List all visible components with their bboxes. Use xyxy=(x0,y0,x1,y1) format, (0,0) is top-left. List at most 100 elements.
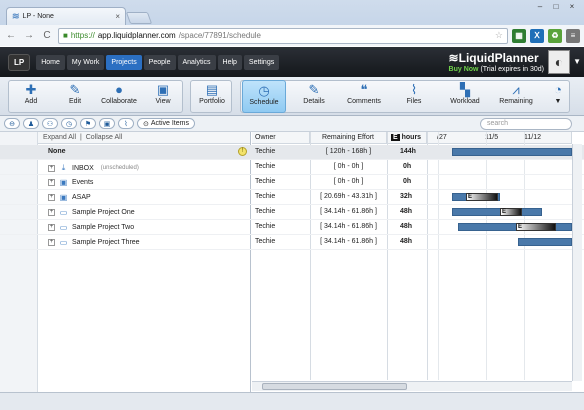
gantt-bar[interactable] xyxy=(452,148,572,156)
nav-analytics[interactable]: Analytics xyxy=(177,54,216,70)
browser-toolbar: ← → C ■ https://app.liquidplanner.com/sp… xyxy=(0,25,584,46)
owner-cell[interactable]: Techie xyxy=(255,178,275,185)
remaining-cell[interactable]: [ 34.14h - 61.86h ] xyxy=(310,238,387,245)
back-icon[interactable]: ← xyxy=(4,29,18,43)
url-host: app.liquidplanner.com xyxy=(97,31,176,40)
expand-icon[interactable]: + xyxy=(48,239,55,246)
expand-icon[interactable]: + xyxy=(48,194,55,201)
account-caret-icon[interactable]: ▼ xyxy=(573,57,581,66)
remaining-cell[interactable]: [ 0h - 0h ] xyxy=(310,178,387,185)
group-filter-button[interactable]: ⚇ xyxy=(42,118,58,129)
extension-icon[interactable]: ♻ xyxy=(548,28,562,43)
collapse-toggle-button[interactable]: ⊖ xyxy=(4,118,20,129)
gantt-bar[interactable] xyxy=(518,238,572,246)
warning-icon[interactable]: ! xyxy=(238,147,247,156)
collapse-all-link[interactable]: Collapse All xyxy=(86,134,123,141)
expand-icon[interactable]: + xyxy=(48,179,55,186)
filter-bar: ⊖ ♟ ⚇ ◷ ⚑ ▣ ⌇ ⊙ Active Items search xyxy=(0,116,584,132)
new-tab-button[interactable] xyxy=(125,12,153,24)
remaining-cell[interactable]: [ 120h - 168h ] xyxy=(310,148,387,155)
avatar[interactable]: ◐ xyxy=(548,50,570,74)
hours-cell: 0h xyxy=(403,163,412,170)
reload-icon[interactable]: C xyxy=(40,29,54,43)
owner-cell[interactable]: Techie xyxy=(255,223,275,230)
tab-comments[interactable]: ❝ Comments xyxy=(342,80,386,113)
bookmark-star-icon[interactable]: ☆ xyxy=(495,30,503,41)
hours-cell: 48h xyxy=(400,208,413,215)
person-filter-button[interactable]: ♟ xyxy=(23,118,39,129)
remaining-effort-column-header[interactable]: Remaining Effort xyxy=(310,132,387,144)
nav-projects[interactable]: Projects xyxy=(106,54,142,70)
owner-cell[interactable]: Techie xyxy=(255,193,275,200)
edit-button[interactable]: ✎ Edit xyxy=(58,80,92,113)
tab-details[interactable]: ✎ Details xyxy=(294,80,334,113)
pencil-icon: ✎ xyxy=(69,82,81,97)
close-window-icon[interactable]: × xyxy=(566,2,578,11)
schedule-label: Schedule xyxy=(249,99,279,106)
view-button[interactable]: ▣ View xyxy=(146,80,180,113)
row-name-text: Sample Project One xyxy=(72,209,135,216)
nav-settings[interactable]: Settings xyxy=(243,54,280,70)
expand-icon[interactable]: + xyxy=(48,164,55,172)
view-label: View xyxy=(155,98,171,105)
nav-people[interactable]: People xyxy=(143,54,176,70)
hours-column-header[interactable]: E hours xyxy=(387,132,427,144)
schedule-grid: Expand All | Collapse All Owner Remainin… xyxy=(0,132,584,392)
horizontal-scrollbar[interactable] xyxy=(252,381,572,391)
scrollbar-thumb[interactable] xyxy=(262,383,407,390)
add-button[interactable]: ✚ Add xyxy=(14,80,48,113)
forward-icon[interactable]: → xyxy=(22,29,36,43)
table-row[interactable]: + ▭ Sample Project Three Techie [ 34.14h… xyxy=(0,235,584,250)
minimize-icon[interactable]: – xyxy=(534,2,546,11)
table-row[interactable]: + ▣ ASAP Techie [ 20.69h - 43.31h ] 32h … xyxy=(0,190,584,205)
liquidplanner-logo-icon: ≋ xyxy=(448,51,459,65)
portfolio-button[interactable]: ▤ Portfolio xyxy=(194,80,230,113)
expand-all-link[interactable]: Expand All xyxy=(43,134,76,141)
expand-icon[interactable]: + xyxy=(48,224,55,231)
tab-workload[interactable]: ▚ Workload xyxy=(442,80,488,113)
nav-home[interactable]: Home xyxy=(36,54,65,70)
extension-icon[interactable]: ▦ xyxy=(512,28,526,43)
table-row[interactable]: + ⤓ INBOX (unscheduled) Techie [ 0h - 0h… xyxy=(0,160,584,175)
shirt-filter-button[interactable]: ⚑ xyxy=(80,118,96,129)
tab-files[interactable]: ⌇ Files xyxy=(394,80,434,113)
owner-cell[interactable]: Techie xyxy=(255,163,275,170)
search-input[interactable]: search xyxy=(480,118,572,130)
remaining-label: Remaining xyxy=(499,98,533,105)
browser-tab[interactable]: ≋ LP - None × xyxy=(6,7,126,25)
vertical-scrollbar[interactable] xyxy=(572,144,582,381)
table-row[interactable]: None ! Techie [ 120h - 168h ] 144h xyxy=(0,145,584,160)
remaining-cell[interactable]: [ 34.14h - 61.86h ] xyxy=(310,223,387,230)
owner-cell[interactable]: Techie xyxy=(255,238,275,245)
nav-my-work[interactable]: My Work xyxy=(66,54,105,70)
row-name-text: Sample Project Two xyxy=(72,224,135,231)
remaining-cell[interactable]: [ 34.14h - 61.86h ] xyxy=(310,208,387,215)
active-items-button[interactable]: ⊙ Active Items xyxy=(137,118,195,129)
remaining-cell[interactable]: [ 0h - 0h ] xyxy=(310,163,387,170)
table-row[interactable]: + ▣ Events Techie [ 0h - 0h ] 0h xyxy=(0,175,584,190)
collaborate-button[interactable]: ● Collaborate xyxy=(96,80,142,113)
tab-remaining[interactable]: ⩘ Remaining xyxy=(494,80,538,113)
buy-now-link[interactable]: Buy Now xyxy=(449,66,479,73)
menu-icon[interactable]: ≡ xyxy=(566,28,580,43)
bag-filter-button[interactable]: ▣ xyxy=(99,118,115,129)
maximize-icon[interactable]: □ xyxy=(550,2,562,11)
owner-cell[interactable]: Techie xyxy=(255,148,275,155)
hours-cell: 48h xyxy=(400,223,413,230)
remaining-cell[interactable]: [ 20.69h - 43.31h ] xyxy=(310,193,387,200)
address-bar[interactable]: ■ https://app.liquidplanner.com/space/77… xyxy=(58,27,508,44)
nav-help[interactable]: Help xyxy=(217,54,242,70)
owner-cell[interactable]: Techie xyxy=(255,208,275,215)
owner-column-header[interactable]: Owner xyxy=(252,132,310,144)
extension-icon[interactable]: Ⅹ xyxy=(530,28,544,43)
clock-filter-button[interactable]: ◷ xyxy=(61,118,77,129)
table-row[interactable]: + ▭ Sample Project Two Techie [ 34.14h -… xyxy=(0,220,584,235)
attachment-filter-button[interactable]: ⌇ xyxy=(118,118,134,129)
expand-icon[interactable]: + xyxy=(48,209,55,216)
close-tab-icon[interactable]: × xyxy=(115,12,120,21)
gantt-bar[interactable] xyxy=(452,208,542,216)
lp-logo[interactable]: LP xyxy=(8,53,31,71)
tab-schedule[interactable]: ◷ Schedule xyxy=(242,80,286,113)
ribbon-more-button[interactable]: ◔ ▼ xyxy=(550,80,566,113)
table-row[interactable]: + ▭ Sample Project One Techie [ 34.14h -… xyxy=(0,205,584,220)
